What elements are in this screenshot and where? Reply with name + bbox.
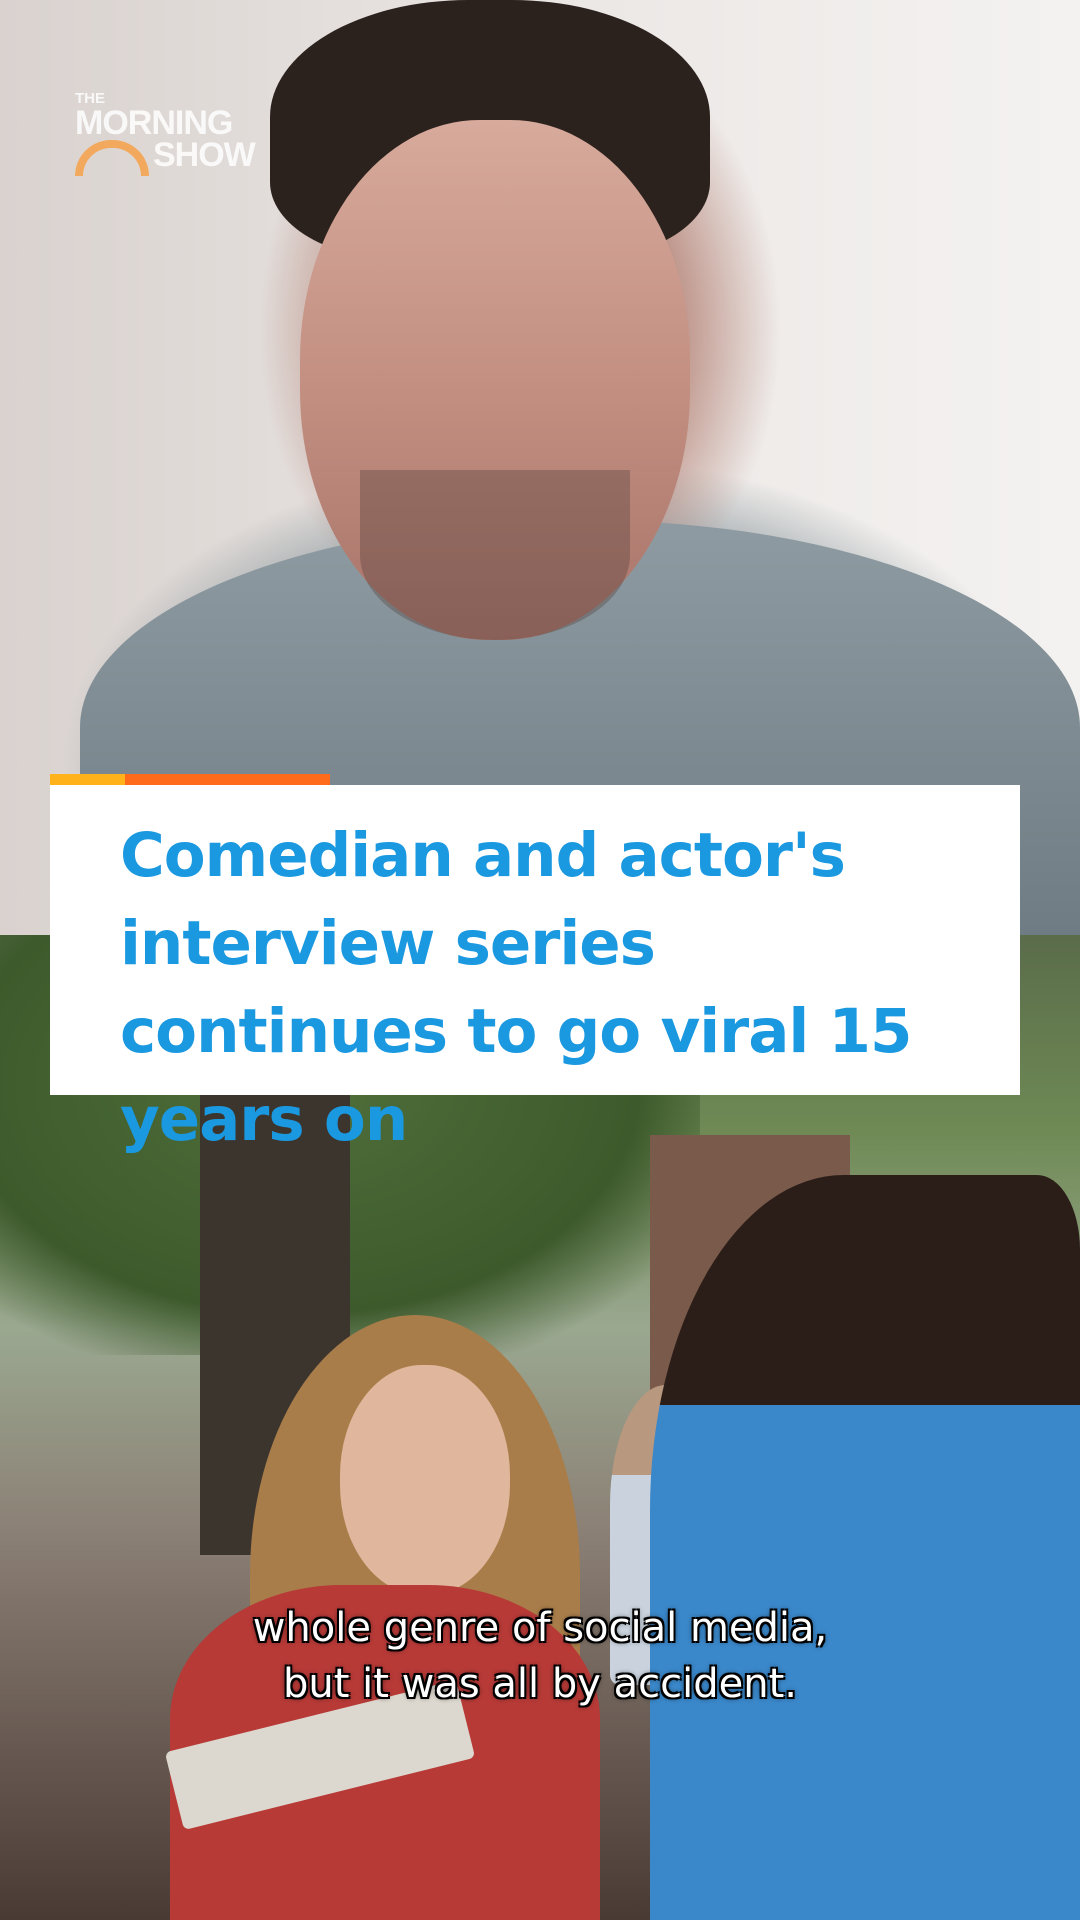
interviewer [650, 1175, 1080, 1920]
logo-morning: MORNING [75, 104, 233, 142]
woman-face [340, 1365, 510, 1595]
caption-line-1: whole genre of social media, [252, 1605, 828, 1651]
headline-accent-orange [125, 774, 330, 785]
headline-text: Comedian and actor's interview series co… [120, 820, 912, 1155]
caption-line-2: but it was all by accident. [282, 1661, 798, 1707]
show-logo: THE MORNING SHOW [75, 90, 256, 176]
logo-show: SHOW [153, 136, 256, 174]
logo-sunrise-icon [75, 140, 149, 176]
presenter-beard [360, 470, 630, 640]
headline-accent-yellow [50, 774, 125, 785]
subtitle-caption: whole genre of social media, but it was … [0, 1600, 1080, 1712]
